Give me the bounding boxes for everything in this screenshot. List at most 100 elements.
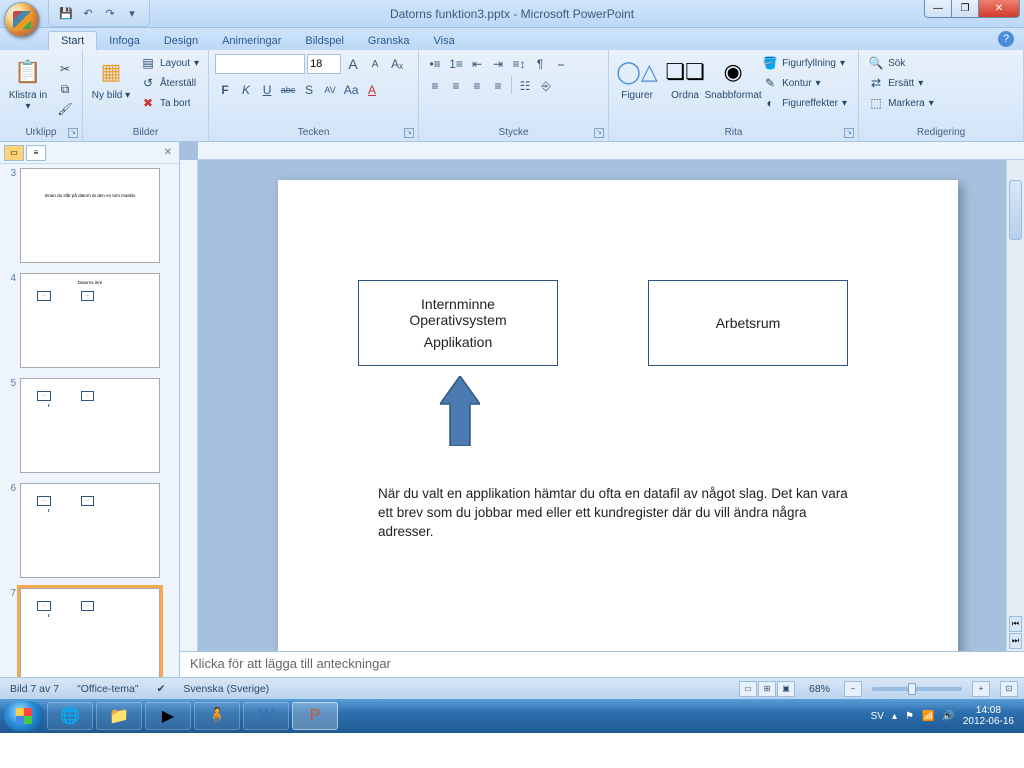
tab-design[interactable]: Design <box>152 32 210 50</box>
tab-infoga[interactable]: Infoga <box>97 32 152 50</box>
close-button[interactable]: ✕ <box>978 0 1020 18</box>
tray-volume-icon[interactable]: 🔊 <box>942 711 954 722</box>
tray-network-icon[interactable]: 📶 <box>922 711 934 722</box>
thumbnails-list[interactable]: 3 Innan du slår på datorn är den en tom … <box>0 164 179 677</box>
notes-pane[interactable]: Klicka för att lägga till anteckningar <box>180 651 1024 677</box>
select-button[interactable]: ⬚Markera ▾ <box>865 94 937 112</box>
tab-start[interactable]: Start <box>48 31 97 50</box>
tab-animeringar[interactable]: Animeringar <box>210 32 293 50</box>
taskbar-app1[interactable]: 🧍 <box>194 702 240 730</box>
strike-button[interactable]: abc <box>278 80 298 100</box>
align-center-button[interactable]: ≡ <box>446 76 466 96</box>
numbering-button[interactable]: 1≡ <box>446 54 466 74</box>
layout-button[interactable]: ▤Layout ▾ <box>137 54 202 72</box>
arrange-button[interactable]: ❏❏Ordna <box>663 54 707 103</box>
taskbar-powerpoint[interactable]: P <box>292 702 338 730</box>
text-box-arbetsrum[interactable]: Arbetsrum <box>648 280 848 366</box>
qat-more-icon[interactable]: ▾ <box>123 4 141 22</box>
office-button[interactable] <box>4 2 40 38</box>
launcher-icon[interactable]: ↘ <box>404 128 414 138</box>
font-name-input[interactable] <box>215 54 305 74</box>
taskbar-explorer[interactable]: 📁 <box>96 702 142 730</box>
font-size-input[interactable] <box>307 54 341 74</box>
cut-button[interactable]: ✂ <box>54 60 76 78</box>
reset-button[interactable]: ↺Återställ <box>137 74 202 92</box>
thumbnail-4[interactable]: Datorns inre ······ <box>20 273 160 368</box>
horizontal-ruler[interactable] <box>198 142 1024 160</box>
shape-fill-button[interactable]: 🪣Figurfyllning ▾ <box>759 54 850 72</box>
up-arrow-shape[interactable] <box>440 376 480 446</box>
body-text[interactable]: När du valt en applikation hämtar du oft… <box>378 485 848 542</box>
grow-font-button[interactable]: A <box>343 54 363 74</box>
maximize-button[interactable]: ❐ <box>951 0 979 18</box>
tab-granska[interactable]: Granska <box>356 32 422 50</box>
outline-tab-icon[interactable]: ≡ <box>26 145 46 161</box>
zoom-thumb[interactable] <box>908 683 916 695</box>
shape-effects-button[interactable]: ◐Figureffekter ▾ <box>759 94 850 112</box>
shadow-button[interactable]: S <box>299 80 319 100</box>
next-slide-button[interactable]: ⏭ <box>1009 633 1022 649</box>
redo-icon[interactable]: ↷ <box>101 4 119 22</box>
quick-styles-button[interactable]: ◉Snabbformat <box>711 54 755 103</box>
current-slide[interactable]: Internminne Operativsystem Applikation A… <box>278 180 958 651</box>
taskbar-word[interactable]: W <box>243 702 289 730</box>
smart-art-button[interactable]: ⎆ <box>536 76 556 96</box>
char-spacing-button[interactable]: AV <box>320 80 340 100</box>
sorter-view-button[interactable]: ⊞ <box>758 681 776 697</box>
text-direction-button[interactable]: ¶ <box>530 54 550 74</box>
delete-slide-button[interactable]: ✖Ta bort <box>137 94 202 112</box>
paste-button[interactable]: 📋 Klistra in ▾ <box>6 54 50 114</box>
copy-button[interactable]: ⧉ <box>54 80 76 98</box>
shape-outline-button[interactable]: ✎Kontur ▾ <box>759 74 850 92</box>
thumbnail-item[interactable]: 4 Datorns inre ······ <box>4 273 175 368</box>
align-right-button[interactable]: ≡ <box>467 76 487 96</box>
vertical-scrollbar[interactable]: ⏮ ⏭ <box>1006 160 1024 651</box>
panel-close-icon[interactable]: ✕ <box>161 147 175 158</box>
align-left-button[interactable]: ≡ <box>425 76 445 96</box>
launcher-icon[interactable]: ↘ <box>68 128 78 138</box>
thumbnail-item[interactable]: 6 ······ ⬆ <box>4 483 175 578</box>
tray-show-hidden-icon[interactable]: ▴ <box>892 711 897 722</box>
fit-window-button[interactable]: ⊡ <box>1000 681 1018 697</box>
columns-button[interactable]: ☷ <box>515 76 535 96</box>
justify-button[interactable]: ≡ <box>488 76 508 96</box>
increase-indent-button[interactable]: ⇥ <box>488 54 508 74</box>
slide-counter[interactable]: Bild 7 av 7 <box>6 683 63 695</box>
vertical-ruler[interactable] <box>180 160 198 651</box>
thumbnail-item[interactable]: 3 Innan du slår på datorn är den en tom … <box>4 168 175 263</box>
scrollbar-thumb[interactable] <box>1009 180 1022 240</box>
help-icon[interactable]: ? <box>998 31 1014 47</box>
text-box-internminne[interactable]: Internminne Operativsystem Applikation <box>358 280 558 366</box>
slides-tab-icon[interactable]: ▭ <box>4 145 24 161</box>
spell-check-icon[interactable]: ✔ <box>153 683 170 695</box>
undo-icon[interactable]: ↶ <box>79 4 97 22</box>
minimize-button[interactable]: — <box>924 0 952 18</box>
theme-name[interactable]: "Office-tema" <box>73 683 143 695</box>
italic-button[interactable]: K <box>236 80 256 100</box>
tab-visa[interactable]: Visa <box>422 32 467 50</box>
language-status[interactable]: Svenska (Sverige) <box>179 683 273 695</box>
underline-button[interactable]: U <box>257 80 277 100</box>
format-painter-button[interactable]: 🖌 <box>54 100 76 118</box>
zoom-slider[interactable] <box>872 687 962 691</box>
launcher-icon[interactable]: ↘ <box>594 128 604 138</box>
bold-button[interactable]: F <box>215 80 235 100</box>
zoom-value[interactable]: 68% <box>805 683 834 695</box>
change-case-button[interactable]: Aa <box>341 80 361 100</box>
taskbar-media[interactable]: ▶ <box>145 702 191 730</box>
launcher-icon[interactable]: ↘ <box>844 128 854 138</box>
line-spacing-button[interactable]: ≡↕ <box>509 54 529 74</box>
shrink-font-button[interactable]: A <box>365 54 385 74</box>
tray-clock[interactable]: 14:08 2012-06-16 <box>963 705 1014 727</box>
tray-flag-icon[interactable]: ⚑ <box>905 711 914 722</box>
align-text-button[interactable]: ⎯ <box>551 54 571 74</box>
zoom-out-button[interactable]: − <box>844 681 862 697</box>
save-icon[interactable]: 💾 <box>57 4 75 22</box>
decrease-indent-button[interactable]: ⇤ <box>467 54 487 74</box>
slideshow-view-button[interactable]: ▣ <box>777 681 795 697</box>
new-slide-button[interactable]: ▦ Ny bild ▾ <box>89 54 133 103</box>
normal-view-button[interactable]: ▭ <box>739 681 757 697</box>
replace-button[interactable]: ⇄Ersätt ▾ <box>865 74 937 92</box>
shapes-button[interactable]: ◯△Figurer <box>615 54 659 103</box>
thumbnail-item[interactable]: 7 ······ ⬆ <box>4 588 175 677</box>
